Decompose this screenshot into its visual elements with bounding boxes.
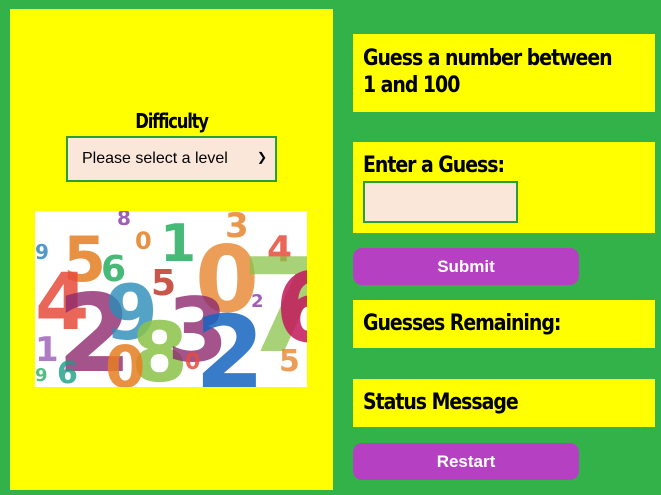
- prompt-box: Guess a number between 1 and 100: [353, 34, 655, 112]
- prompt-text: Guess a number between 1 and 100: [363, 46, 613, 98]
- status-box: Status Message: [353, 379, 655, 427]
- colorful-numbers-image: 8 0 1 3 4 9 5 6 5 0 7 6 4 2 9 8 3 2 2 0 …: [35, 211, 307, 387]
- guess-box: Enter a Guess:: [353, 142, 655, 233]
- guess-label: Enter a Guess:: [363, 153, 505, 178]
- svg-text:1: 1: [35, 330, 59, 370]
- svg-text:2: 2: [195, 294, 265, 387]
- difficulty-select-value: Please select a level: [82, 150, 228, 167]
- svg-text:0: 0: [135, 227, 152, 255]
- svg-text:0: 0: [105, 333, 145, 387]
- svg-text:8: 8: [117, 211, 131, 230]
- left-panel: Difficulty Please select a level ❯ 8 0 1…: [10, 9, 333, 490]
- submit-button[interactable]: Submit: [353, 248, 579, 285]
- svg-text:0: 0: [185, 350, 200, 375]
- difficulty-select[interactable]: Please select a level ❯: [66, 136, 277, 182]
- svg-text:5: 5: [279, 344, 300, 379]
- remaining-box: Guesses Remaining:: [353, 300, 655, 348]
- svg-text:6: 6: [57, 356, 78, 387]
- remaining-label: Guesses Remaining:: [363, 311, 561, 336]
- chevron-down-icon: ❯: [256, 150, 267, 164]
- status-label: Status Message: [363, 390, 519, 415]
- restart-button[interactable]: Restart: [353, 443, 579, 480]
- guess-input[interactable]: [363, 181, 518, 223]
- svg-text:9: 9: [35, 365, 48, 386]
- difficulty-label: Difficulty: [135, 109, 209, 133]
